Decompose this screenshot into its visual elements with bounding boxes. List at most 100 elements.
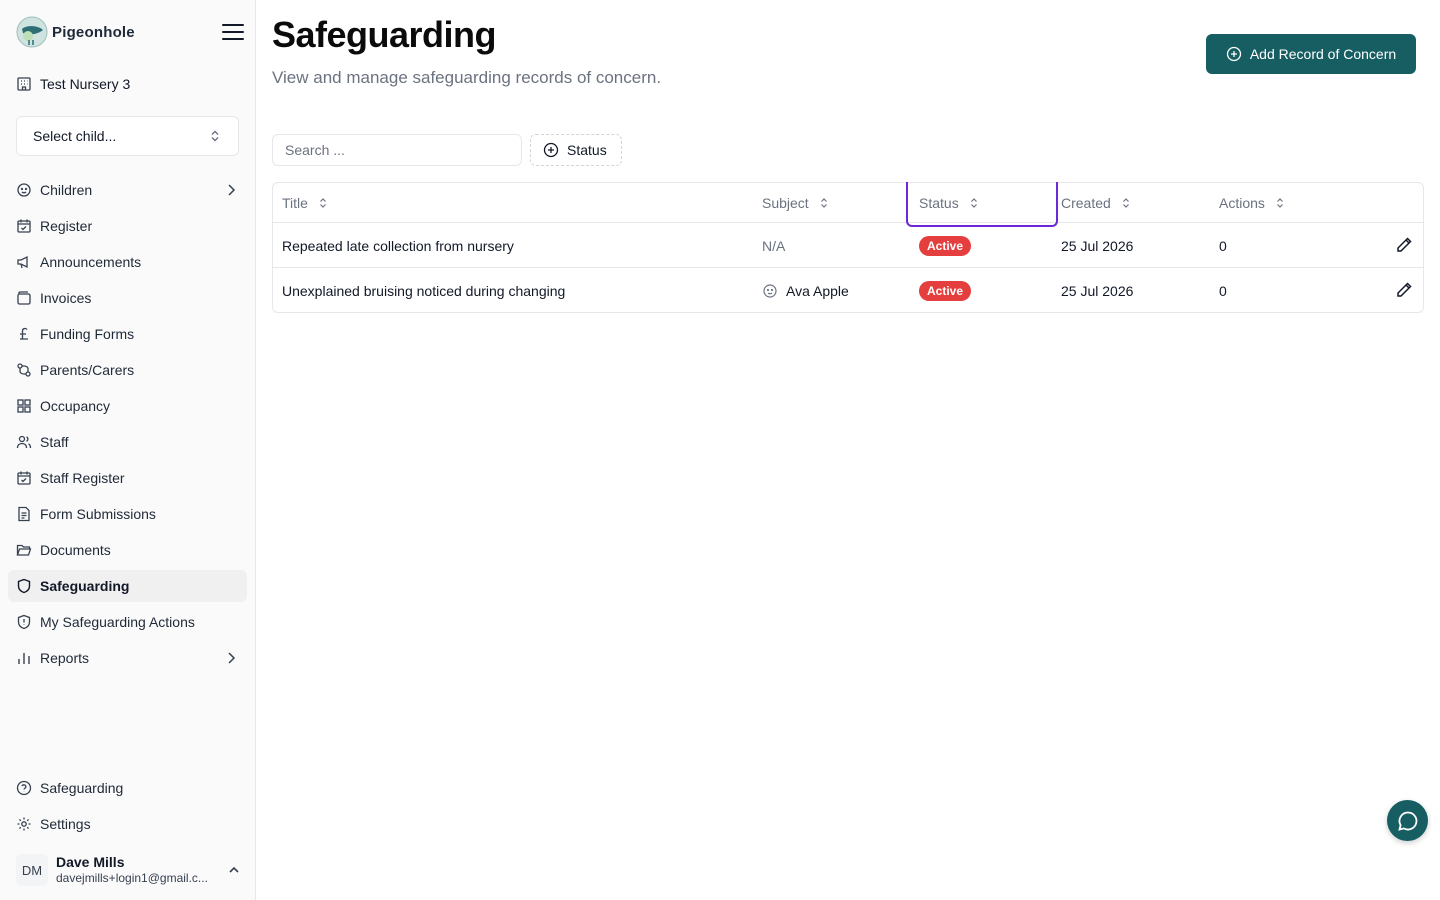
sort-icon [970,198,977,208]
column-label: Actions [1219,195,1265,211]
sidebar-item-staff[interactable]: Staff [8,426,247,458]
sidebar-item-staff-register[interactable]: Staff Register [8,462,247,494]
records-table: Title Subject Status Created Actions Rep… [272,182,1424,313]
plus-circle-icon [1226,46,1241,62]
sidebar-item-label: My Safeguarding Actions [40,614,195,630]
sort-icon [320,198,326,208]
user-name: Dave Mills [56,854,125,870]
cell-subject: Ava Apple [762,268,849,313]
sidebar-item-label: Safeguarding [40,578,130,594]
git-compare-icon [17,363,31,377]
cell-status: Active [919,268,972,313]
sidebar-item-label: Children [40,182,93,198]
status-filter-label: Status [567,142,607,158]
sidebar-item-settings[interactable]: Settings [8,808,247,840]
gear-icon [17,817,31,831]
shield-icon [17,578,31,594]
sidebar-item-my-safeguarding-actions[interactable]: My Safeguarding Actions [8,606,247,638]
cell-subject: N/A [762,237,786,254]
column-header-subject[interactable]: Subject [762,183,831,223]
page-subtitle: View and manage safeguarding records of … [272,68,662,87]
column-header-title[interactable]: Title [282,183,330,223]
chat-support-button[interactable] [1387,800,1428,841]
cell-actions: 0 [1219,282,1227,299]
cell-title: Unexplained bruising noticed during chan… [282,282,566,299]
column-header-status[interactable]: Status [919,183,981,223]
sidebar-item-label: Settings [40,816,91,832]
help-circle-icon [16,780,32,796]
app-name: Pigeonhole [52,23,135,41]
user-menu[interactable]: DM Dave Mills davejmills+login1@gmail.c.… [16,850,242,890]
table-row[interactable]: Repeated late collection from nursery N/… [273,223,1423,268]
child-face-icon [763,283,777,298]
sidebar-item-register[interactable]: Register [8,210,247,242]
grid-icon [17,399,31,413]
status-badge: Active [919,235,972,256]
sidebar-item-announcements[interactable]: Announcements [8,246,247,278]
sidebar: Pigeonhole Test Nursery 3 Select child..… [0,0,256,900]
edit-pencil-icon[interactable] [1395,281,1413,299]
sidebar-item-label: Safeguarding [40,780,124,796]
column-label: Created [1061,195,1111,211]
sidebar-item-label: Invoices [40,290,92,306]
brand[interactable]: Pigeonhole [16,16,135,48]
megaphone-icon [17,255,28,269]
sidebar-item-form-submissions[interactable]: Form Submissions [8,498,247,530]
shield-alert-icon [17,614,31,630]
page-title: Safeguarding [272,14,497,55]
subject-name: Ava Apple [786,282,849,299]
wallet-icon [17,291,31,305]
calendar-check-icon [17,471,31,485]
sort-icon [1122,198,1129,208]
sidebar-item-label: Form Submissions [40,506,156,522]
sidebar-item-occupancy[interactable]: Occupancy [8,390,247,422]
edit-pencil-icon[interactable] [1395,236,1413,254]
column-label: Status [919,195,959,211]
chevrons-up-down-icon [211,130,219,142]
sidebar-item-invoices[interactable]: Invoices [8,282,247,314]
sidebar-item-parents-carers[interactable]: Parents/Carers [8,354,247,386]
sidebar-item-children[interactable]: Children [8,174,247,206]
child-select[interactable]: Select child... [16,116,239,156]
table-header: Title Subject Status Created Actions [273,182,1423,227]
column-header-created[interactable]: Created [1061,183,1133,223]
calendar-check-icon [17,219,31,233]
folder-open-icon [16,544,32,556]
nursery-name[interactable]: Test Nursery 3 [16,72,130,96]
sidebar-item-funding-forms[interactable]: Funding Forms [8,318,247,350]
sidebar-item-label: Staff [40,434,69,450]
search-input[interactable] [272,134,522,166]
column-header-actions[interactable]: Actions [1219,183,1287,223]
sidebar-item-safeguarding-help[interactable]: Safeguarding [8,772,247,804]
status-filter-button[interactable]: Status [530,134,622,166]
plus-circle-icon [543,142,559,158]
user-email: davejmills+login1@gmail.c... [56,871,208,885]
hamburger-menu-icon[interactable] [220,20,246,44]
cell-title: Repeated late collection from nursery [282,237,514,254]
chevron-right-icon [228,652,236,664]
chevron-right-icon [228,184,236,196]
user-info: Dave Mills davejmills+login1@gmail.c... [56,854,216,886]
sidebar-item-label: Parents/Carers [40,362,135,378]
column-label: Title [282,195,308,211]
sidebar-item-label: Announcements [40,254,142,270]
sidebar-item-label: Staff Register [40,470,125,486]
building-icon [17,77,31,91]
sidebar-item-label: Documents [40,542,111,558]
column-label: Subject [762,195,809,211]
cell-status: Active [919,223,972,268]
child-face-icon [17,183,31,197]
sidebar-item-reports[interactable]: Reports [8,642,247,674]
nursery-label: Test Nursery 3 [40,76,131,92]
users-icon [16,435,32,449]
sidebar-item-label: Register [40,218,93,234]
sidebar-bottom-nav: Safeguarding Settings [8,772,247,844]
table-row[interactable]: Unexplained bruising noticed during chan… [273,268,1423,313]
chevron-up-icon [229,866,239,873]
add-record-button[interactable]: Add Record of Concern [1206,34,1416,74]
sort-icon [820,198,827,208]
bar-chart-icon [18,653,30,664]
sidebar-item-safeguarding[interactable]: Safeguarding [8,570,247,602]
sidebar-item-label: Reports [40,650,90,666]
sidebar-item-documents[interactable]: Documents [8,534,247,566]
